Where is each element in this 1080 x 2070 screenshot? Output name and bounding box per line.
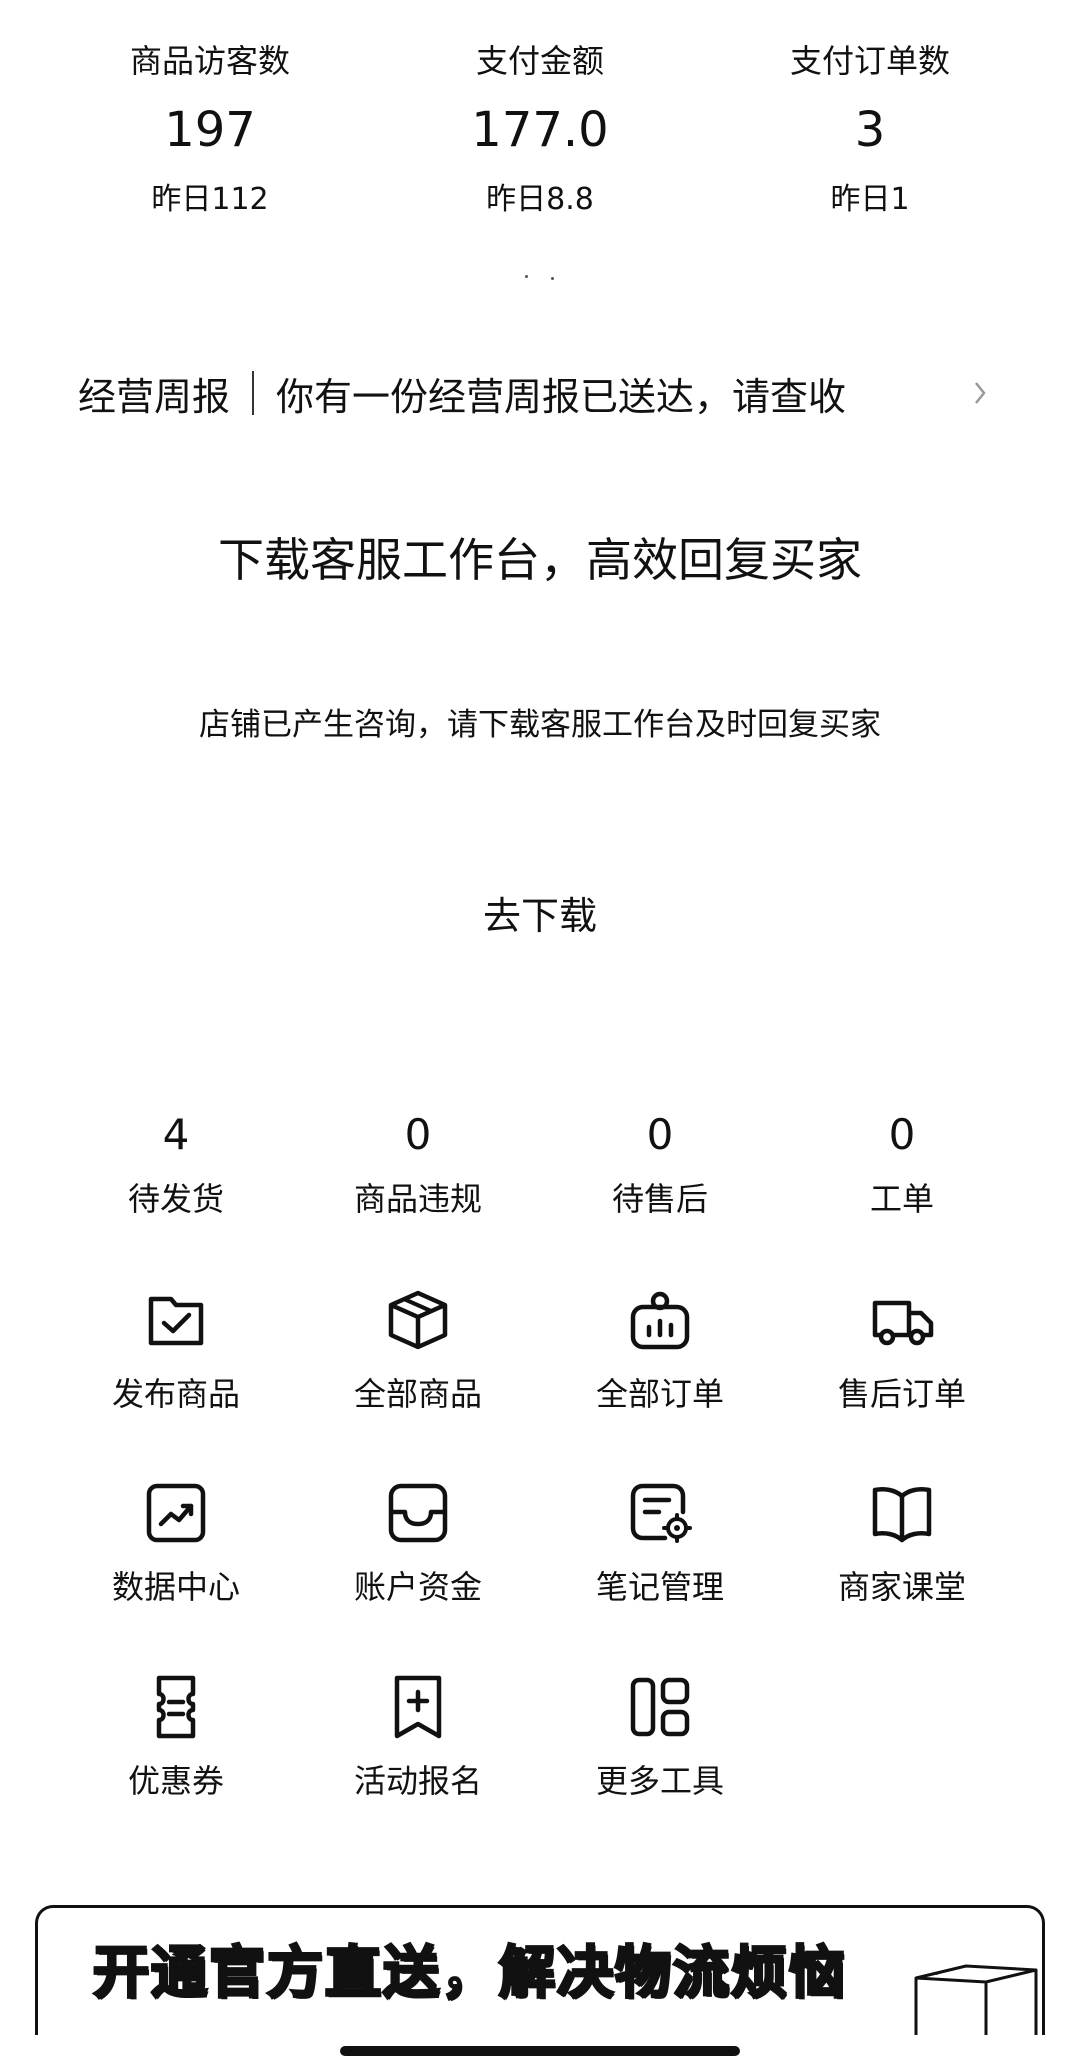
stat-value: 3 <box>854 102 886 158</box>
home-indicator[interactable] <box>340 2046 740 2056</box>
tool-label: 全部商品 <box>353 1375 482 1413</box>
stat-value: 177.0 <box>471 102 609 158</box>
truck-icon <box>872 1300 934 1346</box>
stat-yesterday: 昨日1 <box>830 182 910 217</box>
counter-label: 工单 <box>869 1180 934 1218</box>
counter-label: 商品违规 <box>353 1180 482 1218</box>
counter-pending-aftersale[interactable]: 0 待售后 <box>560 1105 760 1229</box>
stat-value: 197 <box>164 102 256 158</box>
wallet-tray-icon <box>388 1483 448 1543</box>
stat-visitors[interactable]: 商品访客数 197 昨日112 <box>60 36 360 228</box>
tool-label: 优惠券 <box>127 1762 224 1800</box>
tool-label: 笔记管理 <box>595 1568 724 1606</box>
tool-account-funds[interactable]: 账户资金 <box>318 1478 518 1648</box>
banner-text: 开通官方直送，解决物流烦恼 <box>92 1940 847 2008</box>
divider <box>252 371 255 415</box>
bookmark-plus-icon <box>394 1675 442 1739</box>
official-delivery-banner[interactable]: 开通官方直送，解决物流烦恼 <box>35 1905 1045 2035</box>
stat-payment-orders[interactable]: 支付订单数 3 昨日1 <box>720 36 1020 228</box>
tool-label: 售后订单 <box>837 1375 966 1413</box>
tool-label: 数据中心 <box>111 1568 240 1606</box>
tool-aftersale-orders[interactable]: 售后订单 <box>802 1285 1002 1455</box>
weekly-report-bar[interactable]: 经营周报 你有一份经营周报已送达，请查收 <box>78 363 998 423</box>
trend-chart-icon <box>146 1483 206 1543</box>
counter-work-orders[interactable]: 0 工单 <box>802 1105 1002 1229</box>
tool-label: 发布商品 <box>111 1375 240 1413</box>
tool-data-center[interactable]: 数据中心 <box>76 1478 276 1648</box>
tool-event-registration[interactable]: 活动报名 <box>318 1672 518 1842</box>
book-icon <box>872 1487 932 1543</box>
stat-label: 商品访客数 <box>129 42 290 80</box>
stat-yesterday: 昨日112 <box>151 182 269 217</box>
page-indicator-dots <box>525 275 555 281</box>
counter-product-violations[interactable]: 0 商品违规 <box>318 1105 518 1229</box>
grid-tools-icon <box>630 1677 690 1737</box>
stat-label: 支付金额 <box>475 42 604 80</box>
weekly-report-title: 经营周报 <box>78 374 231 419</box>
weekly-report-text: 你有一份经营周报已送达，请查收 <box>276 374 847 419</box>
note-settings-icon <box>630 1483 692 1543</box>
tool-label: 活动报名 <box>353 1762 482 1800</box>
tool-publish-product[interactable]: 发布商品 <box>76 1285 276 1455</box>
counter-number: 0 <box>888 1110 916 1159</box>
counter-label: 待发货 <box>127 1180 224 1218</box>
folder-check-icon <box>148 1296 204 1346</box>
tool-label: 账户资金 <box>353 1568 482 1606</box>
tool-merchant-classroom[interactable]: 商家课堂 <box>802 1478 1002 1648</box>
tool-notes-management[interactable]: 笔记管理 <box>560 1478 760 1648</box>
counter-number: 4 <box>162 1110 190 1159</box>
counter-number: 0 <box>646 1110 674 1159</box>
download-title: 下载客服工作台，高效回复买家 <box>218 533 862 587</box>
order-bag-icon <box>630 1291 690 1350</box>
counter-label: 待售后 <box>611 1180 708 1218</box>
stat-yesterday: 昨日8.8 <box>486 182 594 217</box>
download-button[interactable]: 去下载 <box>440 880 640 950</box>
tool-coupons[interactable]: 优惠券 <box>76 1672 276 1842</box>
tool-more-tools[interactable]: 更多工具 <box>560 1672 760 1842</box>
counter-pending-shipment[interactable]: 4 待发货 <box>76 1105 276 1229</box>
stat-label: 支付订单数 <box>789 42 950 80</box>
counter-number: 0 <box>404 1110 432 1159</box>
box-icon <box>388 1290 448 1350</box>
tool-label: 全部订单 <box>595 1375 724 1413</box>
tool-label: 更多工具 <box>595 1762 724 1800</box>
stat-payment-amount[interactable]: 支付金额 177.0 昨日8.8 <box>390 36 690 228</box>
tool-label: 商家课堂 <box>837 1568 966 1606</box>
download-description: 店铺已产生咨询，请下载客服工作台及时回复买家 <box>199 707 881 743</box>
tool-all-products[interactable]: 全部商品 <box>318 1285 518 1455</box>
chevron-right-icon <box>975 382 986 404</box>
package-box-icon <box>914 1964 1038 2035</box>
tool-all-orders[interactable]: 全部订单 <box>560 1285 760 1455</box>
coupon-icon <box>156 1675 196 1739</box>
